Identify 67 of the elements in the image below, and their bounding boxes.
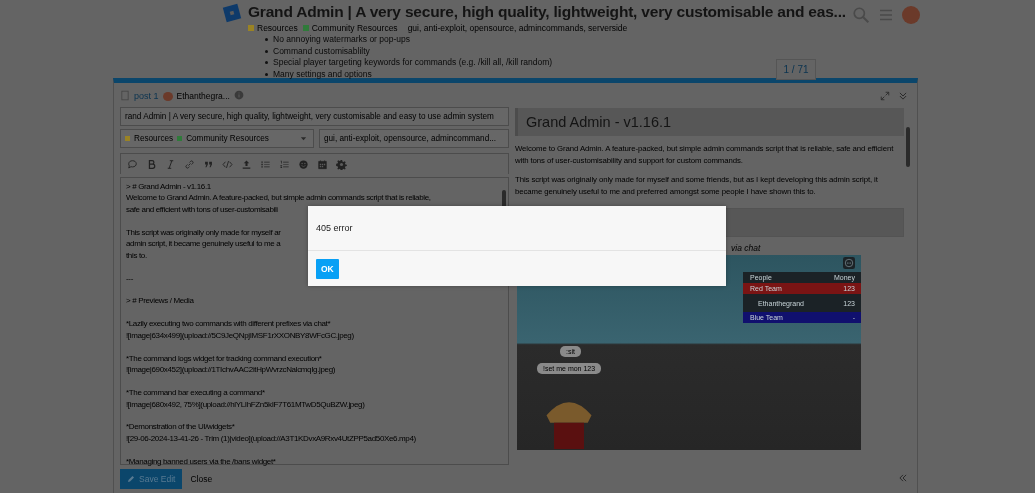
editor-text-line: --- xyxy=(126,272,133,285)
save-edit-button[interactable]: Save Edit xyxy=(120,469,183,489)
code-icon[interactable] xyxy=(222,158,233,170)
topic-title: Grand Admin | A very secure, high quality, lightweight, very customisable and eas... xyxy=(248,3,846,21)
link-icon[interactable] xyxy=(184,158,195,170)
expand-icon[interactable] xyxy=(880,91,890,101)
post-link[interactable]: post 1 xyxy=(134,91,159,101)
collapse-icon[interactable] xyxy=(898,91,908,101)
editor-text-line: ![image|634x499](upload://5C9JeQNpjIMSF1rXXONBY8WFcGC.jpeg) xyxy=(126,329,354,342)
bold-icon[interactable] xyxy=(146,158,157,170)
numbered-list-icon[interactable] xyxy=(279,158,290,170)
more-options-icon xyxy=(843,257,855,269)
post-counter[interactable]: 1 / 71 xyxy=(776,59,816,81)
settings-icon[interactable] xyxy=(336,158,347,170)
collapse-sidebar-icon[interactable] xyxy=(898,473,908,483)
category-link[interactable]: Resources xyxy=(257,23,298,33)
bullet-dot xyxy=(265,49,268,53)
editor-text-line: > # Previews / Media xyxy=(126,295,194,307)
editor-text-line: ![29-06-2024-13-41-26 - Trim (1)|video](upload://A3T1KDvxA9Rxv4UtZPP5ad50Xe6.mp4) xyxy=(126,432,416,445)
upload-icon[interactable] xyxy=(241,158,252,170)
preview-heading: Grand Admin - v1.16.1 xyxy=(515,108,904,136)
bullet-dot xyxy=(265,61,268,65)
list-item: Command customisablilty xyxy=(273,45,370,58)
info-icon xyxy=(233,90,244,100)
editor-text-line: Welcome to Grand Admin. A feature-packed, but simple admin commands script that is reliable, xyxy=(126,192,431,204)
tags-input[interactable]: gui, anti-exploit, opensource, admincommand... xyxy=(319,129,509,148)
editor-text-line: *The command logs widget for tracking command execution* xyxy=(126,352,322,365)
editor-text-line: this to. xyxy=(126,249,147,262)
title-input[interactable]: rand Admin | A very secure, high quality, lightweight, very customisable and easy to use admin system xyxy=(120,107,509,126)
editor-text-line: *Demonstration of the UI/widgets* xyxy=(126,421,235,433)
menu-icon[interactable] xyxy=(877,7,894,23)
list-item: Special player targeting keywords for commands (e.g. /kill all, /kill random) xyxy=(273,57,553,69)
ok-button[interactable]: OK xyxy=(316,259,339,279)
pencil-icon xyxy=(127,475,135,483)
user-avatar xyxy=(162,91,173,101)
post-icon xyxy=(120,88,130,102)
editor-text-line: *The command bar executing a command* xyxy=(126,387,265,399)
list-item: Many settings and options xyxy=(273,68,372,81)
caret-icon xyxy=(300,135,307,142)
editor-text-line: *Lazily executing two commands with different prefixes via chat* xyxy=(126,318,331,330)
editor-text-line: safe and efficient with tons of user-customisabili xyxy=(126,203,278,216)
editor-text-line: This script was originally only made for myself ar xyxy=(126,226,281,239)
calendar-icon[interactable] xyxy=(317,158,328,170)
user-avatar[interactable] xyxy=(901,6,920,24)
editor-text-line: > # Grand Admin - v1.16.1 xyxy=(126,181,211,193)
list-item: No annoying watermarks or pop-ups xyxy=(273,34,410,46)
editor-text-line: *Managing banned users via the /bans widget* xyxy=(126,455,276,468)
category-name: Resources xyxy=(134,134,174,143)
logo-icon xyxy=(222,3,242,23)
emoji-icon[interactable] xyxy=(298,158,309,170)
image-caption: via chat xyxy=(731,243,762,253)
category-link[interactable]: Community Resources xyxy=(311,23,398,33)
category-name: Community Resources xyxy=(186,134,269,143)
editor-text-line: admin script, it became genuinely useful to me a xyxy=(126,238,281,250)
editor-text-line: ![image|690x452](upload://1TIchvAAC2itHpWvrzcNalcmqIg.jpeg) xyxy=(126,364,336,376)
topic-tags[interactable]: gui, anti-exploit, opensource, admincommands, serverside xyxy=(407,23,628,33)
category-dropdown[interactable]: Resources Community Resources xyxy=(120,129,314,148)
bulleted-list-icon[interactable] xyxy=(260,158,271,170)
italic-icon[interactable] xyxy=(165,158,176,170)
bullet-dot xyxy=(265,38,268,42)
bullet-dot xyxy=(265,73,268,77)
editor-text-line: ![image|680x492, 75%](upload://hlYLIhFZn5kIF7T61MTwD5QuBZW.jpeg) xyxy=(126,398,365,410)
speech-bubble-icon[interactable] xyxy=(127,158,138,170)
error-message: 405 error xyxy=(308,206,726,251)
close-link[interactable]: Close xyxy=(190,474,213,484)
username[interactable]: Ethanthegra... xyxy=(176,91,230,101)
search-icon[interactable] xyxy=(851,6,870,24)
